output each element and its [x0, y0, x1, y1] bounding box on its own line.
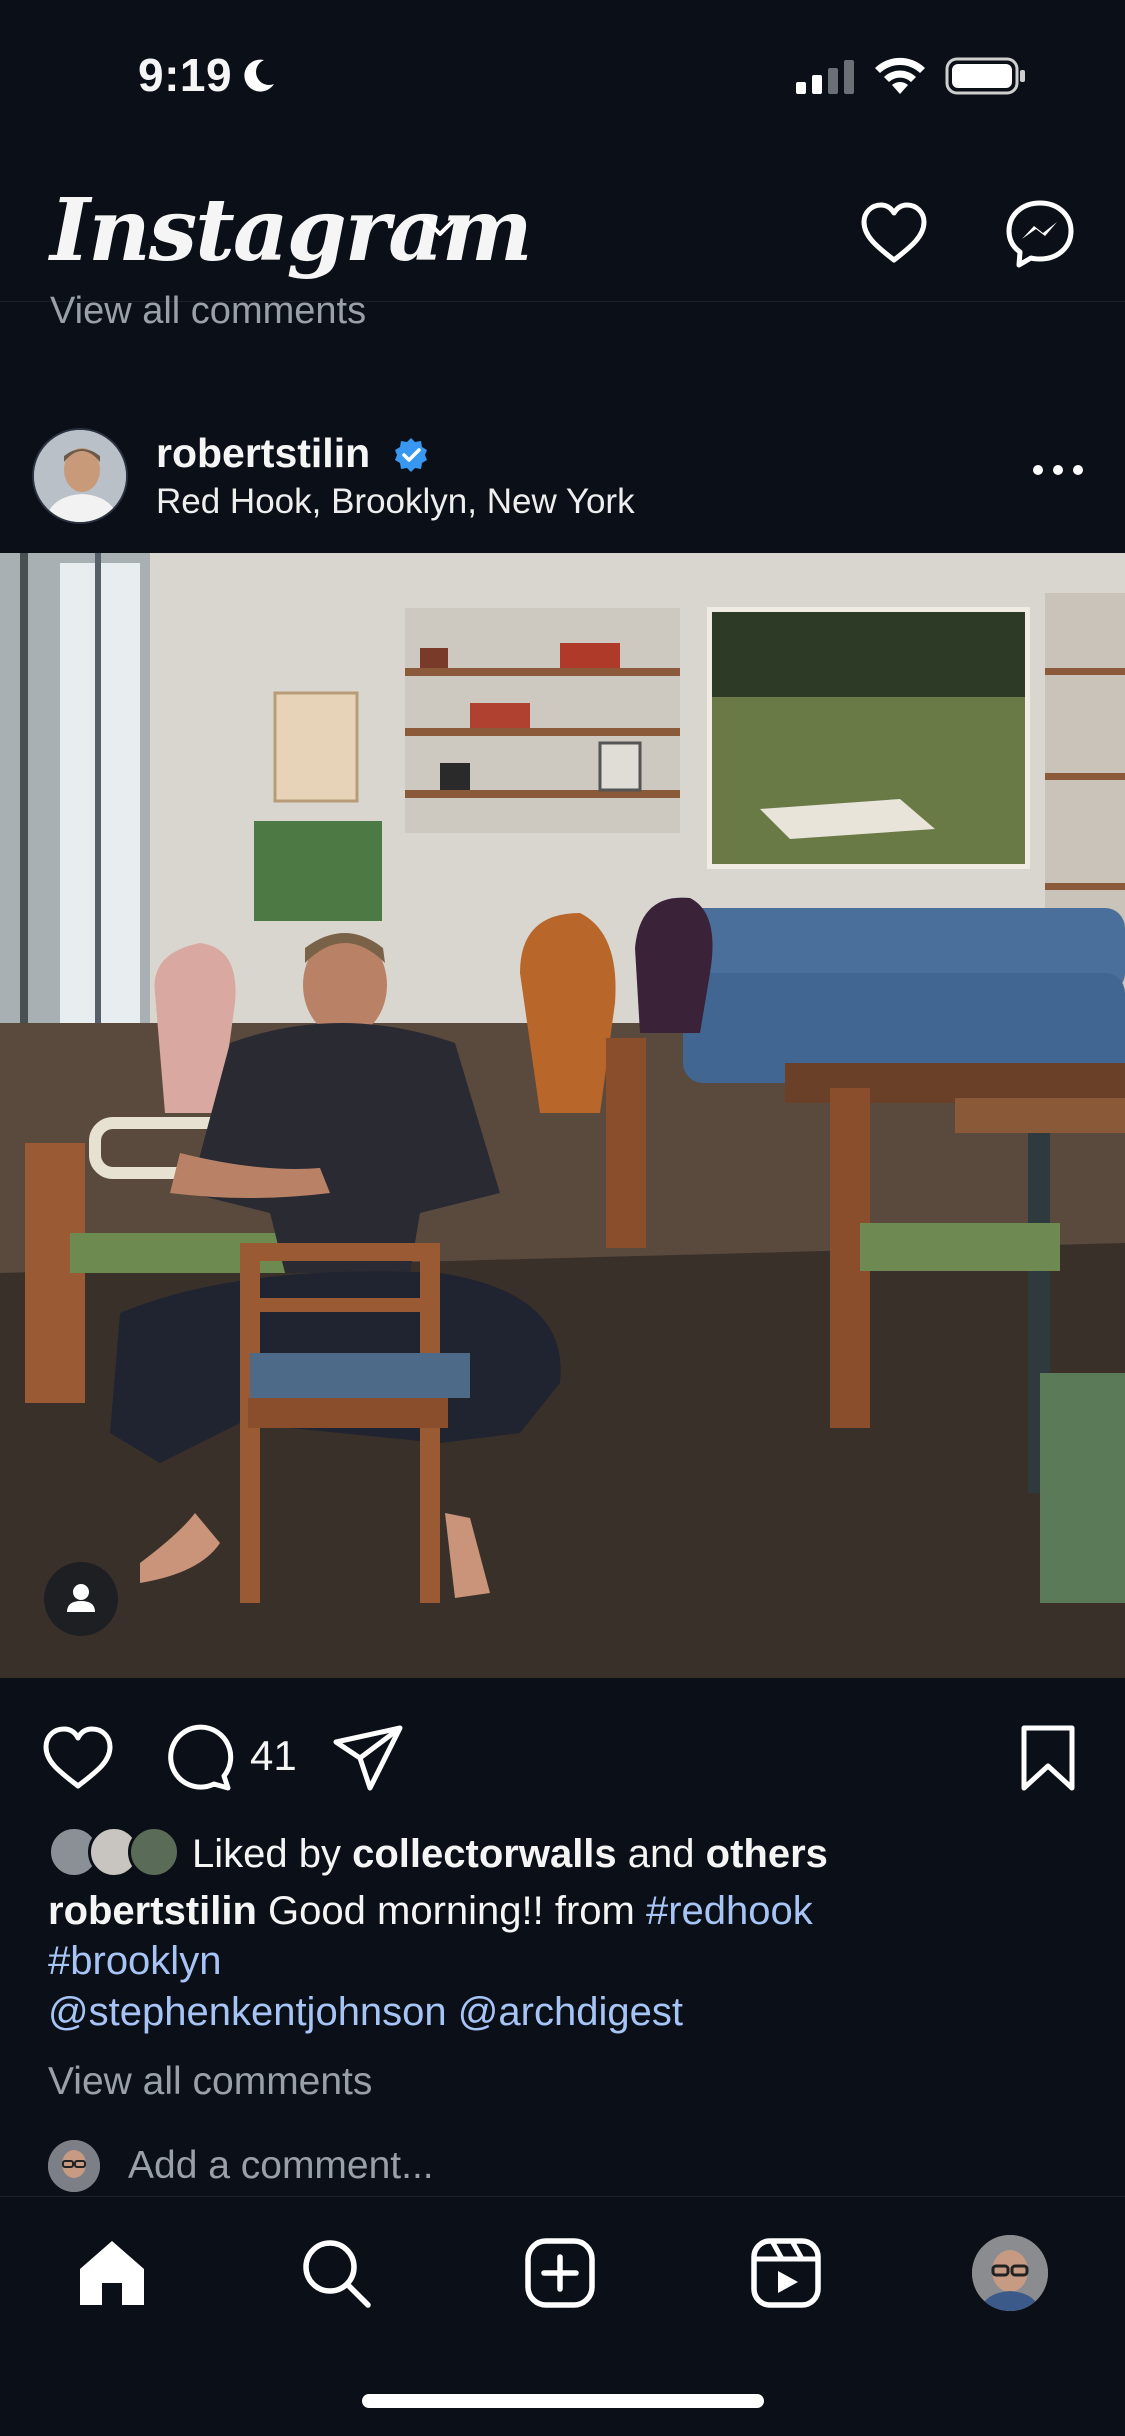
- home-indicator: [362, 2394, 764, 2408]
- hashtag-link[interactable]: #brooklyn: [48, 1939, 221, 1983]
- create-icon[interactable]: [522, 2235, 598, 2311]
- person-icon: [67, 1584, 95, 1612]
- avatar[interactable]: [32, 428, 128, 524]
- wifi-icon: [875, 57, 925, 94]
- search-icon[interactable]: [298, 2235, 374, 2311]
- avatar-image: [34, 430, 126, 522]
- post-image: [0, 553, 1125, 1678]
- caption-username[interactable]: robertstilin: [48, 1889, 257, 1933]
- caption-text: Good morning!! from: [268, 1889, 635, 1933]
- heart-icon[interactable]: [856, 196, 932, 272]
- add-comment-input[interactable]: [128, 2144, 928, 2188]
- others-link[interactable]: others: [706, 1832, 828, 1876]
- status-bar: 9:19: [0, 0, 1125, 150]
- post-caption: robertstilin Good morning!! from #redhoo…: [48, 1886, 1048, 1986]
- avatar: [48, 2140, 100, 2192]
- add-comment-row: [48, 2140, 1048, 2196]
- avatar-image: [48, 2140, 100, 2192]
- app-header: Instagram: [0, 150, 1125, 302]
- likes-row[interactable]: Liked by collectorwalls and others: [48, 1824, 1088, 1880]
- bookmark-icon[interactable]: [1010, 1720, 1086, 1796]
- moon-icon: [244, 59, 274, 92]
- caption-mentions[interactable]: @stephenkentjohnson @archdigest: [48, 1990, 683, 2035]
- post-photo[interactable]: [0, 553, 1125, 1678]
- view-all-comments-link[interactable]: View all comments: [48, 2060, 372, 2104]
- post-location[interactable]: Red Hook, Brooklyn, New York: [156, 482, 635, 522]
- comment-count: 41: [250, 1732, 297, 1779]
- first-liker-link[interactable]: collectorwalls: [352, 1832, 617, 1876]
- post-header: robertstilin Red Hook, Brooklyn, New Yor…: [0, 410, 1125, 550]
- previous-post-view-all-comments[interactable]: View all comments: [50, 290, 366, 333]
- hashtag-link[interactable]: #redhook: [646, 1889, 813, 1933]
- heart-icon[interactable]: [40, 1720, 116, 1796]
- avatar-image: [972, 2235, 1048, 2311]
- likes-text: Liked by collectorwalls and others: [192, 1832, 828, 1876]
- messenger-icon[interactable]: [1002, 196, 1078, 272]
- verified-badge-icon: [395, 438, 427, 472]
- share-icon[interactable]: [330, 1720, 406, 1796]
- post-username[interactable]: robertstilin: [156, 430, 370, 477]
- more-options-icon[interactable]: [1030, 460, 1086, 480]
- battery-icon: [945, 57, 1025, 95]
- tagged-people-button[interactable]: [44, 1562, 118, 1636]
- liker-avatar: [128, 1826, 180, 1878]
- comment-icon[interactable]: [160, 1720, 236, 1796]
- reels-icon[interactable]: [748, 2235, 824, 2311]
- home-icon[interactable]: [74, 2235, 150, 2311]
- profile-avatar[interactable]: [972, 2235, 1048, 2311]
- cellular-signal-icon: [796, 60, 854, 94]
- post-actions: 41: [0, 1680, 1125, 1820]
- chevron-down-icon[interactable]: [420, 214, 460, 242]
- status-time: 9:19: [138, 49, 233, 101]
